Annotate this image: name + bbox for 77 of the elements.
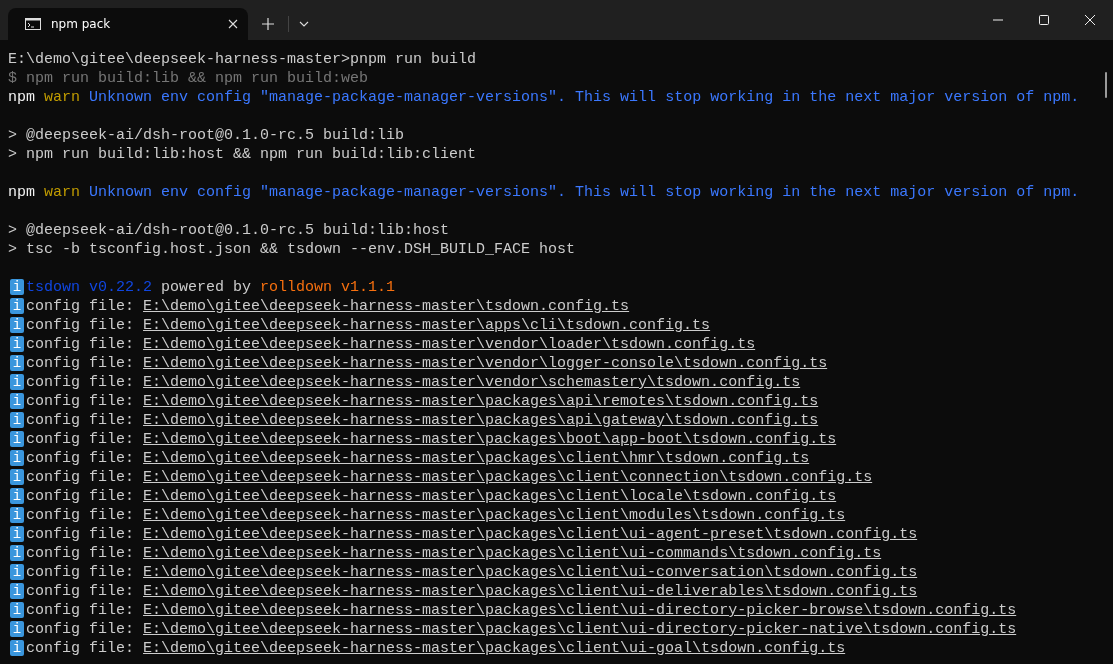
info-badge: i [10,526,24,542]
file-path-link[interactable]: E:\demo\gitee\deepseek-harness-master\packages\client\modules\tsdown.config.ts [143,506,846,525]
info-badge: i [10,298,24,314]
info-badge: i [10,412,24,428]
terminal-text: config file: [26,639,136,658]
terminal-text: > tsc -b tsconfig.host.json && tsdown --env.DSH_BUILD_FACE host [8,240,576,259]
info-badge: i [10,621,24,637]
terminal-text: config file: [26,316,136,335]
terminal-text: config file: [26,430,136,449]
file-path-link[interactable]: E:\demo\gitee\deepseek-harness-master\packages\client\ui-directory-picker-browse\tsdown.config.ts [143,601,1017,620]
terminal-text: > @deepseek-ai/dsh-root@0.1.0-rc.5 build:lib:host [8,221,450,240]
info-badge: i [10,564,24,580]
file-path-link[interactable]: E:\demo\gitee\deepseek-harness-master\vendor\schemastery\tsdown.config.ts [143,373,801,392]
info-badge: i [10,431,24,447]
terminal-text: npm warn Unknown env config "manage-package-manager-versions". This will stop working in the next major version of npm. [8,183,1080,202]
info-badge: i [10,640,24,656]
terminal-text: > npm run build:lib:host && npm run build:lib:client [8,145,477,164]
terminal-icon [25,18,41,30]
terminal-text: config file: [26,582,136,601]
terminal-text: config file: [26,335,136,354]
file-path-link[interactable]: E:\demo\gitee\deepseek-harness-master\packages\client\ui-commands\tsdown.config.ts [143,544,882,563]
terminal-text: config file: [26,563,136,582]
info-badge: i [10,602,24,618]
terminal-text: config file: [26,620,136,639]
tab-title: npm pack [51,17,112,31]
file-path-link[interactable]: E:\demo\gitee\deepseek-harness-master\packages\api\gateway\tsdown.config.ts [143,411,819,430]
file-path-link[interactable]: E:\demo\gitee\deepseek-harness-master\vendor\loader\tsdown.config.ts [143,335,756,354]
info-badge: i [10,469,24,485]
terminal-text: config file: [26,468,136,487]
file-path-link[interactable]: E:\demo\gitee\deepseek-harness-master\packages\client\hmr\tsdown.config.ts [143,449,810,468]
info-badge: i [10,317,24,333]
file-path-link[interactable]: E:\demo\gitee\deepseek-harness-master\packages\client\ui-conversation\tsdown.config.ts [143,563,918,582]
terminal-tab[interactable]: npm pack [8,8,248,40]
file-path-link[interactable]: E:\demo\gitee\deepseek-harness-master\packages\client\ui-directory-picker-native\tsdown.config.ts [143,620,1017,639]
file-path-link[interactable]: E:\demo\gitee\deepseek-harness-master\vendor\logger-console\tsdown.config.ts [143,354,828,373]
info-badge: i [10,393,24,409]
terminal-text: E:\demo\gitee\deepseek-harness-master>pnpm run build [8,50,477,69]
file-path-link[interactable]: E:\demo\gitee\deepseek-harness-master\packages\client\locale\tsdown.config.ts [143,487,837,506]
terminal-text: $ npm run build:lib && npm run build:web [8,69,369,88]
terminal-text: config file: [26,449,136,468]
terminal-text: config file: [26,506,136,525]
terminal-text: config file: [26,525,136,544]
terminal-text: config file: [26,297,136,316]
terminal-text: npm warn Unknown env config "manage-package-manager-versions". This will stop working in the next major version of npm. [8,88,1080,107]
terminal-text: config file: [26,411,136,430]
info-badge: i [10,450,24,466]
terminal-text: config file: [26,544,136,563]
close-icon[interactable] [228,19,238,29]
terminal-text: config file: [26,373,136,392]
maximize-icon [1039,15,1049,25]
plus-icon [262,18,274,30]
file-path-link[interactable]: E:\demo\gitee\deepseek-harness-master\packages\client\ui-agent-preset\tsdown.config.ts [143,525,918,544]
terminal-text: tsdown v0.22.2 powered by rolldown v1.1.1 [26,278,396,297]
terminal-text: config file: [26,392,136,411]
info-badge: i [10,545,24,561]
file-path-link[interactable]: E:\demo\gitee\deepseek-harness-master\apps\cli\tsdown.config.ts [143,316,711,335]
file-path-link[interactable]: E:\demo\gitee\deepseek-harness-master\packages\client\ui-goal\tsdown.config.ts [143,639,846,658]
info-badge: i [10,488,24,504]
info-badge: i [10,583,24,599]
terminal-text: config file: [26,601,136,620]
file-path-link[interactable]: E:\demo\gitee\deepseek-harness-master\tsdown.config.ts [143,297,630,316]
info-badge: i [10,355,24,371]
info-badge: i [10,507,24,523]
file-path-link[interactable]: E:\demo\gitee\deepseek-harness-master\packages\boot\app-boot\tsdown.config.ts [143,430,837,449]
file-path-link[interactable]: E:\demo\gitee\deepseek-harness-master\packages\client\connection\tsdown.config.ts [143,468,873,487]
chevron-down-icon [299,21,309,27]
terminal-text: config file: [26,354,136,373]
file-path-link[interactable]: E:\demo\gitee\deepseek-harness-master\packages\client\ui-deliverables\tsdown.config.ts [143,582,918,601]
terminal-text: config file: [26,487,136,506]
info-badge: i [10,336,24,352]
terminal-text: > @deepseek-ai/dsh-root@0.1.0-rc.5 build:lib [8,126,405,145]
minimize-icon [993,19,1003,21]
info-badge: i [10,374,24,390]
scrollbar-thumb[interactable] [1105,72,1107,98]
info-badge: i [10,279,24,295]
close-icon [1085,15,1095,25]
file-path-link[interactable]: E:\demo\gitee\deepseek-harness-master\packages\api\remotes\tsdown.config.ts [143,392,819,411]
